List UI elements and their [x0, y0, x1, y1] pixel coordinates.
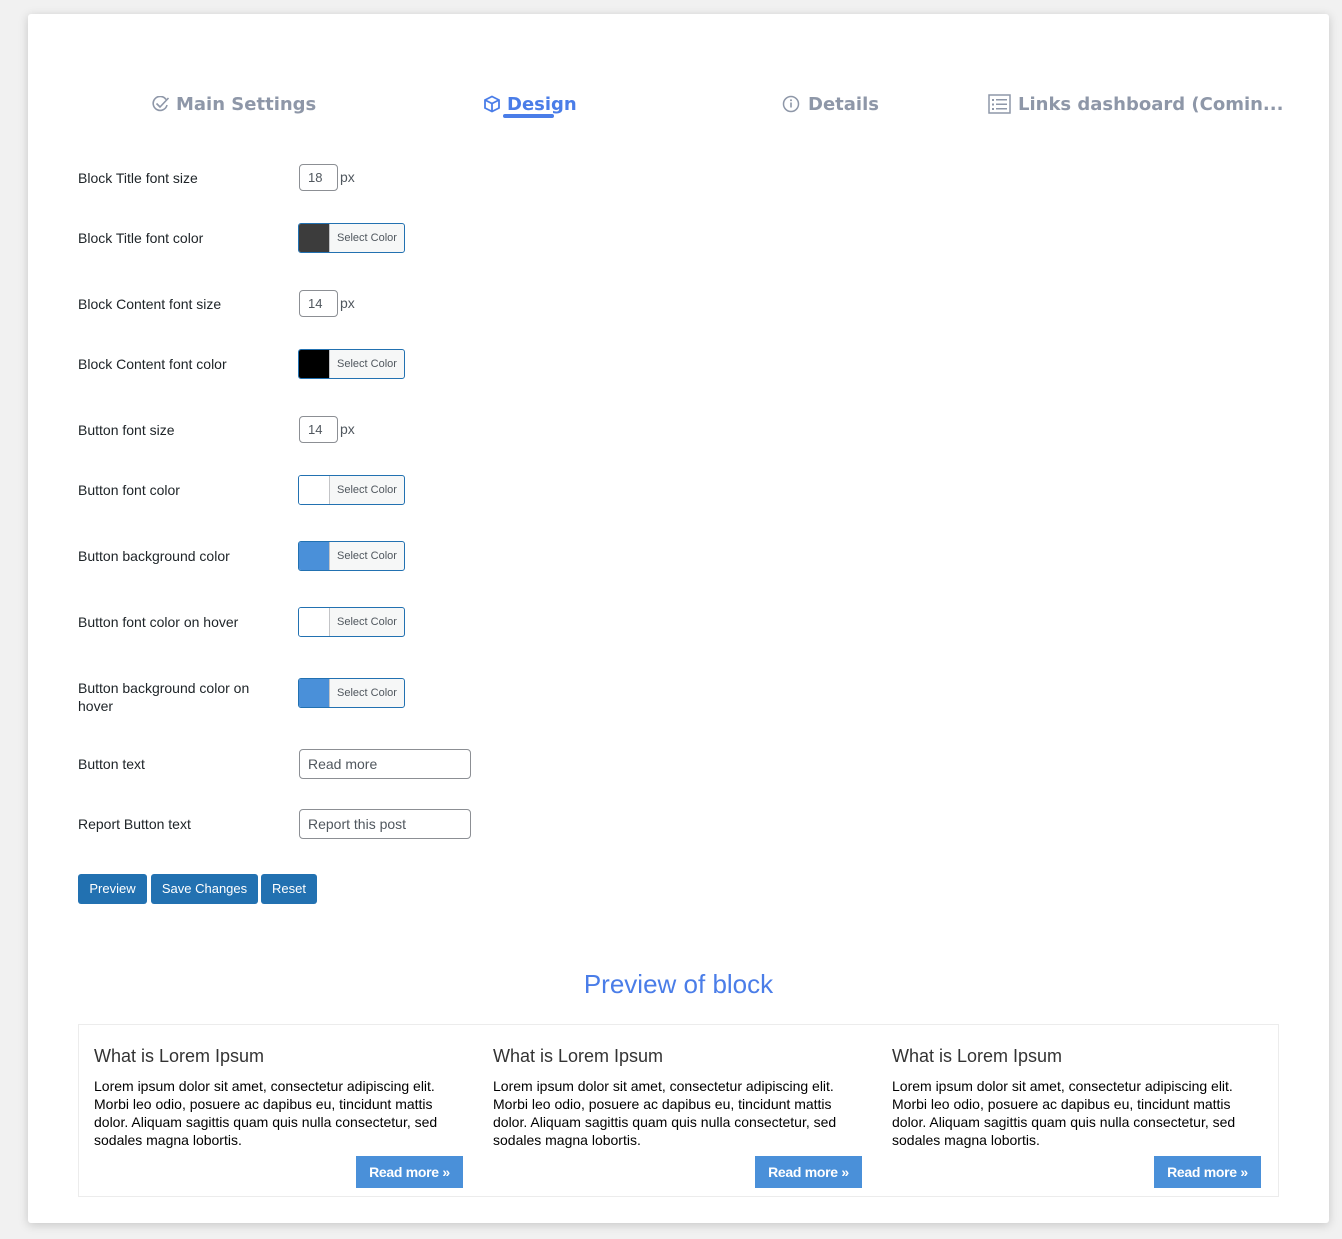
button-background-color-hover-picker[interactable]: Select Color: [298, 678, 405, 708]
button-font-color-label: Button font color: [78, 482, 180, 498]
save-changes-button[interactable]: Save Changes: [151, 874, 258, 904]
block-title-font-size-input[interactable]: 18: [299, 164, 338, 191]
preview-block-title: What is Lorem Ipsum: [493, 1046, 664, 1066]
select-color-text: Select Color: [337, 550, 397, 562]
preview-block-content: Lorem ipsum dolor sit amet, consectetur …: [493, 1078, 837, 1148]
block-content-color-picker[interactable]: Select Color: [298, 349, 405, 379]
color-swatch: [299, 350, 330, 378]
button-text-input[interactable]: Read more: [299, 749, 471, 779]
preview-heading: Preview of block: [583, 969, 774, 999]
report-button-text-input[interactable]: Report this post: [299, 809, 471, 839]
select-color-text: Select Color: [337, 232, 397, 244]
unit-label: px: [340, 421, 355, 437]
tab-label: Design: [507, 93, 577, 115]
block-title-font-color-label: Block Title font color: [78, 230, 204, 246]
button-background-color-picker[interactable]: Select Color: [298, 541, 405, 571]
read-more-button[interactable]: Read more »: [356, 1156, 463, 1188]
button-font-size-input[interactable]: 14: [299, 416, 338, 443]
settings-panel: Main Settings Design Details Links dashb…: [28, 14, 1329, 1223]
block-title-color-picker[interactable]: Select Color: [298, 223, 405, 253]
unit-label: px: [340, 295, 355, 311]
button-font-size-label: Button font size: [78, 422, 175, 438]
select-color-text: Select Color: [337, 358, 397, 370]
color-swatch: [299, 679, 330, 707]
select-color-text: Select Color: [337, 616, 397, 628]
color-swatch: [299, 542, 330, 570]
button-background-color-hover-label: Button background color on hover: [78, 680, 250, 714]
button-font-color-hover-label: Button font color on hover: [78, 614, 239, 630]
list-icon: [988, 94, 1012, 114]
tab-label: Details: [808, 93, 879, 115]
info-icon: [782, 95, 802, 113]
select-color-text: Select Color: [337, 687, 397, 699]
block-content-font-size-label: Block Content font size: [78, 296, 222, 312]
tab-main-settings[interactable]: Main Settings: [151, 90, 316, 118]
block-content-font-color-label: Block Content font color: [78, 356, 227, 372]
button-font-color-picker[interactable]: Select Color: [298, 475, 405, 505]
unit-label: px: [340, 169, 355, 185]
active-tab-indicator: [503, 114, 554, 118]
preview-block-content: Lorem ipsum dolor sit amet, consectetur …: [94, 1078, 438, 1148]
check-circle-icon: [151, 95, 170, 113]
tab-details[interactable]: Details: [782, 90, 879, 118]
select-color-text: Select Color: [337, 484, 397, 496]
button-background-color-label: Button background color: [78, 548, 230, 564]
preview-block: What is Lorem Ipsum Lorem ipsum dolor si…: [94, 1045, 464, 1188]
tab-links-dashboard[interactable]: Links dashboard (Comin...: [988, 90, 1283, 118]
tab-label: Links dashboard (Comin...: [1018, 93, 1284, 115]
preview-block: What is Lorem Ipsum Lorem ipsum dolor si…: [892, 1045, 1262, 1188]
tab-label: Main Settings: [176, 93, 317, 115]
button-font-color-hover-picker[interactable]: Select Color: [298, 607, 405, 637]
color-swatch: [299, 608, 330, 636]
preview-block-title: What is Lorem Ipsum: [892, 1046, 1063, 1066]
button-text-label: Button text: [78, 756, 145, 772]
report-button-text-label: Report Button text: [78, 816, 191, 832]
read-more-button[interactable]: Read more »: [1154, 1156, 1261, 1188]
block-content-font-size-input[interactable]: 14: [299, 290, 338, 317]
read-more-button[interactable]: Read more »: [755, 1156, 862, 1188]
preview-container: What is Lorem Ipsum Lorem ipsum dolor si…: [78, 1024, 1279, 1197]
preview-block: What is Lorem Ipsum Lorem ipsum dolor si…: [493, 1045, 863, 1188]
block-title-font-size-label: Block Title font size: [78, 170, 198, 186]
reset-button[interactable]: Reset: [261, 874, 317, 904]
color-swatch: [299, 224, 330, 252]
preview-block-title: What is Lorem Ipsum: [94, 1046, 265, 1066]
preview-block-content: Lorem ipsum dolor sit amet, consectetur …: [892, 1078, 1236, 1148]
cube-icon: [483, 95, 501, 113]
preview-button[interactable]: Preview: [78, 874, 147, 904]
color-swatch: [299, 476, 330, 504]
